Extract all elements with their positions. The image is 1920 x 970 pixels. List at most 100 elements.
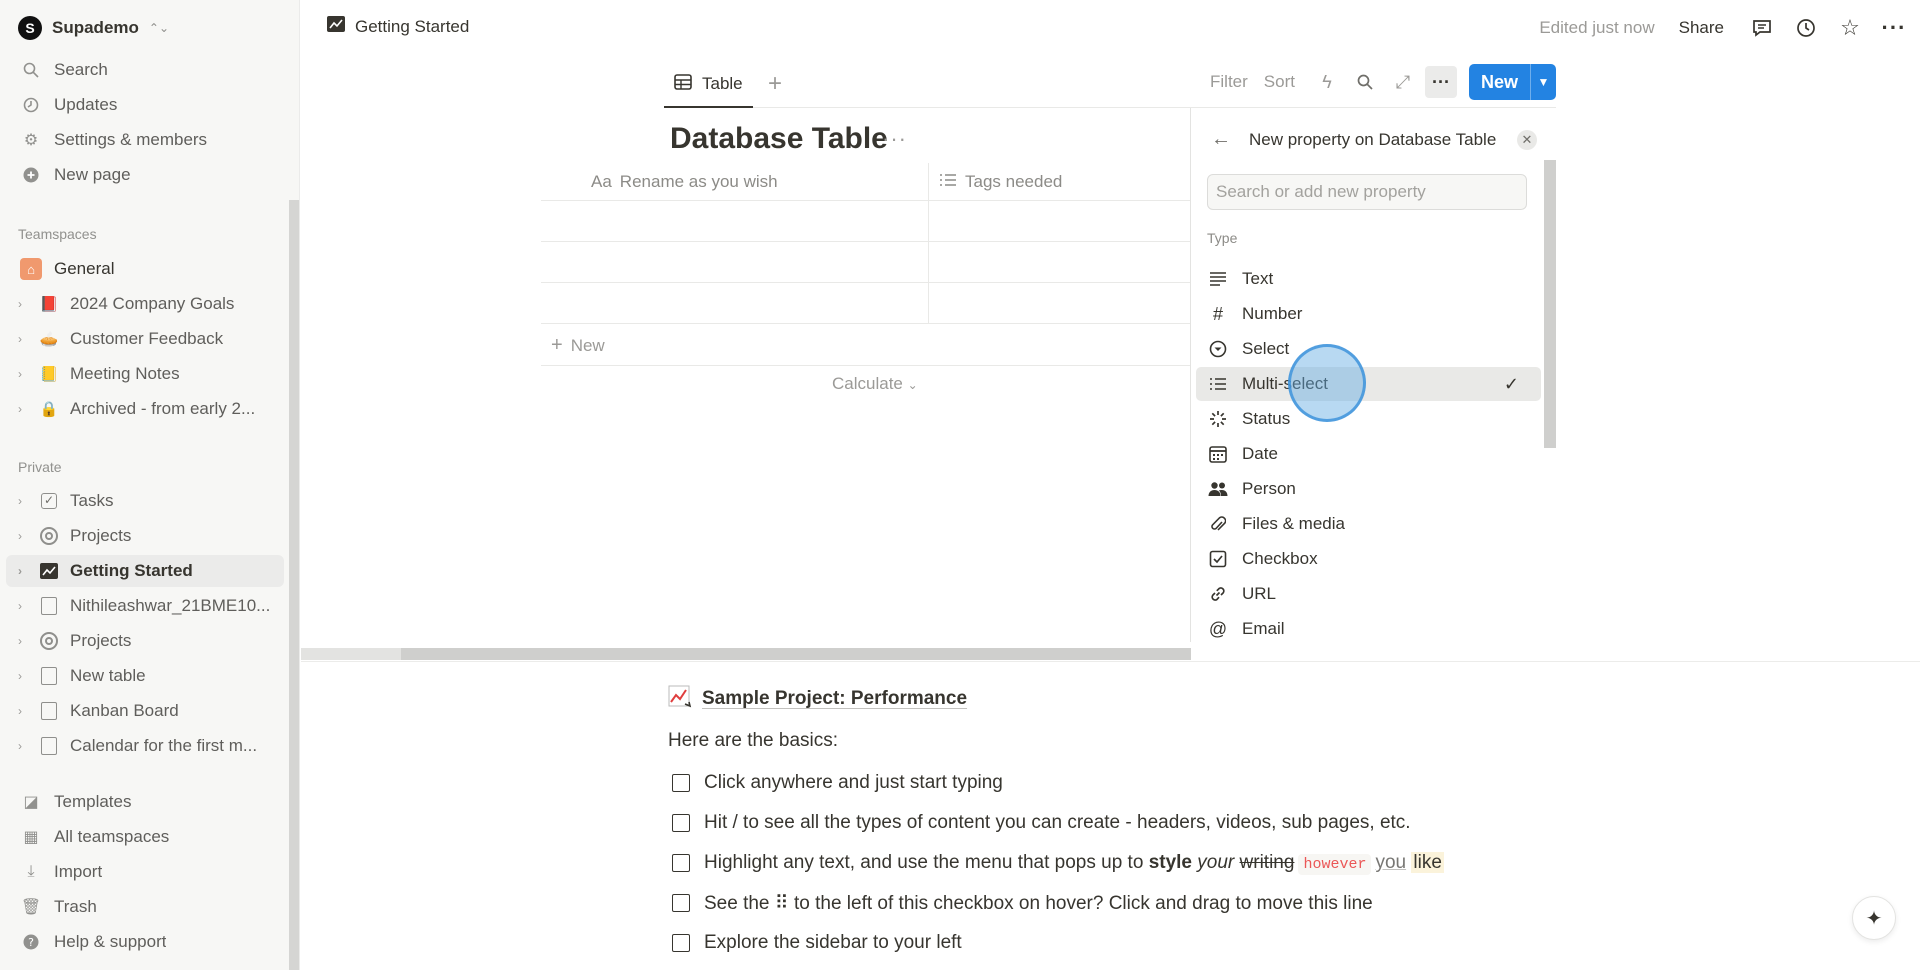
- arrow-left-icon[interactable]: ←: [1211, 128, 1231, 151]
- highlighted-text: like: [1411, 852, 1444, 873]
- comment-icon[interactable]: [1744, 12, 1780, 44]
- chevron-right-icon[interactable]: ›: [18, 669, 32, 683]
- sidebar-item-settings[interactable]: ⚙ Settings & members: [6, 124, 284, 156]
- chevron-right-icon[interactable]: ›: [18, 529, 32, 543]
- chevron-right-icon[interactable]: ›: [18, 564, 32, 578]
- table-cell[interactable]: [929, 201, 1191, 241]
- property-type-files-media[interactable]: Files & media: [1196, 507, 1541, 541]
- property-type-status[interactable]: Status: [1196, 402, 1541, 436]
- more-icon[interactable]: ···: [1876, 12, 1912, 44]
- search-icon[interactable]: [1349, 66, 1381, 98]
- table-row[interactable]: [541, 201, 1191, 242]
- sidebar-item-search[interactable]: Search: [6, 54, 284, 86]
- hash-icon: #: [1212, 303, 1223, 324]
- edited-status: Edited just now: [1539, 18, 1655, 37]
- more-icon[interactable]: ···: [1424, 66, 1457, 98]
- property-type-person[interactable]: Person: [1196, 472, 1541, 506]
- more-icon[interactable]: ···: [882, 126, 907, 152]
- sidebar-item-trash[interactable]: 🗑 Trash: [6, 891, 284, 923]
- chevron-right-icon[interactable]: ›: [18, 494, 32, 508]
- ai-sparkle-button[interactable]: ✦: [1852, 896, 1896, 940]
- sidebar-scrollbar[interactable]: [289, 200, 299, 970]
- expand-icon[interactable]: ⤢: [1387, 66, 1419, 98]
- chevron-down-icon[interactable]: ▼: [1530, 64, 1556, 100]
- table-row[interactable]: [541, 283, 1191, 324]
- new-button-label[interactable]: New: [1469, 64, 1530, 100]
- horizontal-scrollbar[interactable]: [301, 648, 1191, 660]
- property-type-date[interactable]: Date: [1196, 437, 1541, 471]
- sidebar-item-meeting-notes[interactable]: › 📒 Meeting Notes: [6, 358, 284, 390]
- sidebar-item-archived[interactable]: › 🔒 Archived - from early 2...: [6, 393, 284, 425]
- table-cell[interactable]: [541, 201, 929, 241]
- sort-button[interactable]: Sort: [1264, 72, 1295, 92]
- chevron-right-icon[interactable]: ›: [18, 332, 32, 346]
- chevron-right-icon[interactable]: ›: [18, 739, 32, 753]
- sidebar-item-help[interactable]: ? Help & support: [6, 926, 284, 958]
- filter-button[interactable]: Filter: [1210, 72, 1248, 92]
- calculate-button[interactable]: Calculate ⌄: [832, 374, 918, 394]
- sidebar-item-projects-2[interactable]: › Projects: [6, 625, 284, 657]
- sidebar-item-new-table[interactable]: › New table: [6, 660, 284, 692]
- new-row-button[interactable]: + New: [551, 334, 605, 357]
- tab-table[interactable]: Table: [664, 62, 753, 108]
- todo-checkbox[interactable]: [672, 854, 690, 872]
- property-search-input[interactable]: [1207, 174, 1527, 210]
- workspace-switcher[interactable]: S Supademo ⌃⌄: [18, 14, 169, 42]
- database-title[interactable]: Database Table: [670, 122, 888, 156]
- sidebar-item-general[interactable]: ⌂ General: [6, 253, 284, 285]
- table-cell[interactable]: [541, 283, 929, 323]
- chevron-right-icon[interactable]: ›: [18, 634, 32, 648]
- todo-checkbox[interactable]: [672, 774, 690, 792]
- share-button[interactable]: Share: [1679, 18, 1724, 38]
- property-type-email[interactable]: @ Email: [1196, 612, 1541, 646]
- breadcrumb[interactable]: Getting Started: [327, 16, 469, 37]
- sidebar-item-kanban-board[interactable]: › Kanban Board: [6, 695, 284, 727]
- todo-checkbox[interactable]: [672, 894, 690, 912]
- property-type-text[interactable]: Text: [1196, 262, 1541, 296]
- property-type-checkbox[interactable]: Checkbox: [1196, 542, 1541, 576]
- sidebar-item-tasks[interactable]: › ✓ Tasks: [6, 485, 284, 517]
- table-cell[interactable]: [541, 242, 929, 282]
- sidebar-item-updates[interactable]: Updates: [6, 89, 284, 121]
- scrollbar-thumb[interactable]: [401, 648, 1191, 660]
- close-icon[interactable]: ✕: [1517, 130, 1537, 150]
- chevron-right-icon[interactable]: ›: [18, 599, 32, 613]
- sidebar-item-calendar[interactable]: › Calendar for the first m...: [6, 730, 284, 762]
- chevron-right-icon[interactable]: ›: [18, 367, 32, 381]
- sidebar-item-import[interactable]: ⤓ Import: [6, 856, 284, 888]
- sidebar-item-new-page[interactable]: New page: [6, 159, 284, 191]
- table-row[interactable]: [541, 242, 1191, 283]
- sidebar-item-all-teamspaces[interactable]: ▦ All teamspaces: [6, 821, 284, 853]
- chevron-right-icon[interactable]: ›: [18, 297, 32, 311]
- sidebar-item-label: Settings & members: [54, 130, 208, 149]
- property-type-url[interactable]: URL: [1196, 577, 1541, 611]
- sidebar-item-nithileashwar[interactable]: › Nithileashwar_21BME10...: [6, 590, 284, 622]
- property-type-select[interactable]: Select: [1196, 332, 1541, 366]
- column-header-tags[interactable]: Tags needed: [929, 163, 1191, 200]
- panel-scrollbar[interactable]: [1544, 160, 1556, 448]
- sidebar-item-company-goals[interactable]: › 📕 2024 Company Goals: [6, 288, 284, 320]
- table-cell[interactable]: [929, 242, 1191, 282]
- sidebar-item-projects[interactable]: › Projects: [6, 520, 284, 552]
- calculate-label: Calculate: [832, 374, 903, 393]
- star-icon[interactable]: ☆: [1832, 12, 1868, 44]
- chevron-right-icon[interactable]: ›: [18, 704, 32, 718]
- new-button[interactable]: New ▼: [1468, 64, 1556, 100]
- chevron-right-icon[interactable]: ›: [18, 402, 32, 416]
- property-type-multi-select[interactable]: Multi-select ✓: [1196, 367, 1541, 401]
- sidebar-item-getting-started[interactable]: › Getting Started: [6, 555, 284, 587]
- column-header-name[interactable]: Aa Rename as you wish: [541, 163, 929, 200]
- todo-text: Explore the sidebar to your left: [704, 932, 962, 953]
- sidebar-item-label: Trash: [54, 897, 97, 916]
- history-icon[interactable]: [1788, 12, 1824, 44]
- lightning-icon[interactable]: ϟ: [1311, 66, 1343, 98]
- linked-page-sample-project[interactable]: Sample Project: Performance: [668, 684, 967, 714]
- table-cell[interactable]: [929, 283, 1191, 323]
- linked-page-title: Sample Project: Performance: [702, 688, 968, 709]
- property-type-number[interactable]: # Number: [1196, 297, 1541, 331]
- add-view-icon[interactable]: +: [768, 70, 782, 98]
- sidebar-item-customer-feedback[interactable]: › 🥧 Customer Feedback: [6, 323, 284, 355]
- todo-checkbox[interactable]: [672, 934, 690, 952]
- sidebar-item-templates[interactable]: ◪ Templates: [6, 786, 284, 818]
- todo-checkbox[interactable]: [672, 814, 690, 832]
